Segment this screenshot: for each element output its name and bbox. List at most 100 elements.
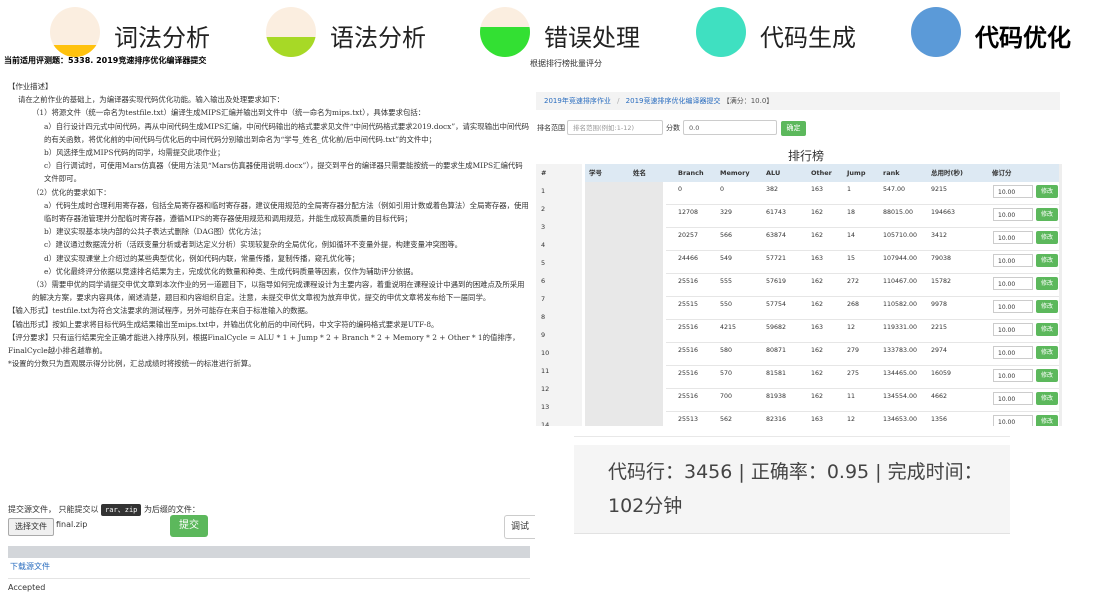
stats-line: 代码行：3456 | 正确率：0.95 | 完成时间： bbox=[608, 461, 983, 483]
cell-time: 3412 bbox=[931, 232, 948, 239]
cell-time: 9978 bbox=[931, 301, 948, 308]
row-index: 1 bbox=[541, 187, 546, 195]
leaderboard-scrollbar[interactable] bbox=[1059, 164, 1062, 426]
cell-branch: 25516 bbox=[678, 324, 699, 331]
cell-other: 162 bbox=[811, 232, 824, 239]
edit-score-button[interactable]: 修改 bbox=[1036, 415, 1058, 426]
stats-line: 102分钟 bbox=[608, 495, 683, 517]
cell-time: 79038 bbox=[931, 255, 952, 262]
revised-score-input[interactable]: 10.00 bbox=[993, 254, 1033, 267]
doc-line: c）建议通过数据流分析（活跃变量分析或者到达定义分析）实现较复杂的全局优化，例如… bbox=[44, 240, 463, 250]
edit-score-button[interactable]: 修改 bbox=[1036, 277, 1058, 290]
revised-score-input[interactable]: 10.00 bbox=[993, 185, 1033, 198]
doc-line: 【评分要求】只有运行结果完全正确才能进入排序队列，根据FinalCycle = … bbox=[8, 332, 520, 356]
cell-branch: 25516 bbox=[678, 347, 699, 354]
revised-score-input[interactable]: 10.00 bbox=[993, 231, 1033, 244]
cell-time: 16059 bbox=[931, 370, 952, 377]
edit-score-button[interactable]: 修改 bbox=[1036, 231, 1058, 244]
doc-line: （3）需要申优的同学请提交申优文章到本次作业的另一道题目下，以指导如何完成课程设… bbox=[32, 280, 525, 303]
choose-file-button[interactable]: 选择文件 bbox=[8, 518, 54, 536]
cell-time: 194663 bbox=[931, 209, 956, 216]
revised-score-input[interactable]: 10.00 bbox=[993, 369, 1033, 382]
cell-alu: 81581 bbox=[766, 370, 787, 377]
cell-alu: 81938 bbox=[766, 393, 787, 400]
progress-bar bbox=[8, 546, 530, 558]
cell-branch: 25516 bbox=[678, 393, 699, 400]
doc-line: 请在之前作业的基础上，为编译器实现代码优化功能。输入输出及处理要求如下： bbox=[18, 95, 285, 105]
breadcrumb-link-problem[interactable]: 2019竞速排序优化编译器提交 bbox=[626, 97, 721, 105]
doc-line: c）自行调试时，可使用Mars仿真器（使用方法见“Mars仿真器使用说明.doc… bbox=[44, 161, 523, 184]
cell-rank: 110467.00 bbox=[883, 278, 918, 285]
cell-memory: 550 bbox=[720, 301, 733, 308]
edit-score-button[interactable]: 修改 bbox=[1036, 185, 1058, 198]
doc-line: a）自行设计四元式中间代码，再从中间代码生成MIPS汇编，中间代码输出的格式要求… bbox=[44, 121, 530, 144]
confirm-button[interactable]: 确定 bbox=[781, 121, 806, 136]
revised-score-input[interactable]: 10.00 bbox=[993, 208, 1033, 221]
cell-branch: 25516 bbox=[678, 278, 699, 285]
cell-memory: 549 bbox=[720, 255, 733, 262]
rank-range-input[interactable]: 排名范围(例如:1-12) bbox=[567, 120, 663, 135]
cell-rank: 88015.00 bbox=[883, 209, 914, 216]
breadcrumb-link-homework[interactable]: 2019年竞速排序作业 bbox=[544, 97, 611, 105]
revised-score-input[interactable]: 10.00 bbox=[993, 300, 1033, 313]
progress-fill bbox=[480, 27, 530, 57]
cell-time: 9215 bbox=[931, 186, 948, 193]
revised-score-input[interactable]: 10.00 bbox=[993, 392, 1033, 405]
download-source-link[interactable]: 下载源文件 bbox=[10, 561, 50, 572]
debug-button[interactable]: 调试 bbox=[504, 515, 535, 539]
row-index: 4 bbox=[541, 241, 546, 249]
score-input[interactable]: 0.0 bbox=[683, 120, 777, 135]
stage-label: 词法分析 bbox=[114, 24, 210, 52]
doc-line: 【输出形式】按如上要求将目标代码生成结果输出至mips.txt中，并输出优化前后… bbox=[8, 319, 439, 329]
edit-score-button[interactable]: 修改 bbox=[1036, 208, 1058, 221]
cell-jump: 279 bbox=[847, 347, 860, 354]
table-row: 0 0 382 163 1 547.00 9215 10.00 修改 bbox=[666, 182, 1060, 205]
revised-score-input[interactable]: 10.00 bbox=[993, 277, 1033, 290]
doc-line: e）优化最终评分依据以竞速排名结果为主，完成优化的数量和种类、生成代码质量等因素… bbox=[44, 266, 418, 276]
cell-other: 163 bbox=[811, 186, 824, 193]
extension-chip: rar、zip bbox=[101, 504, 142, 516]
table-header-index: # bbox=[536, 164, 582, 182]
table-header: 学号 姓名 Branch Memory ALU Other Jump rank … bbox=[585, 164, 1060, 182]
cell-other: 163 bbox=[811, 255, 824, 262]
cell-rank: 547.00 bbox=[883, 186, 906, 193]
cell-memory: 4215 bbox=[720, 324, 737, 331]
cell-memory: 329 bbox=[720, 209, 733, 216]
doc-line: （2）优化的要求如下： bbox=[32, 187, 111, 197]
submit-button[interactable]: 提交 bbox=[170, 515, 208, 537]
table-row: 25516 555 57619 162 272 110467.00 15782 10.00 修改 bbox=[666, 274, 1060, 297]
cell-memory: 555 bbox=[720, 278, 733, 285]
table-row: 25516 580 80871 162 279 133783.00 2974 10.00 修改 bbox=[666, 343, 1060, 366]
edit-score-button[interactable]: 修改 bbox=[1036, 300, 1058, 313]
progress-circle-icon bbox=[696, 7, 746, 57]
doc-line: *设置的分数只为直观展示得分比例，汇总成绩时将按统一的标准进行折算。 bbox=[8, 359, 256, 369]
cell-memory: 562 bbox=[720, 416, 733, 423]
leaderboard-table: 1 2 3 4 5 6 7 8 9 10 11 12 13 14 # 学号 姓名 Branch Memor… bbox=[536, 164, 1060, 426]
edit-score-button[interactable]: 修改 bbox=[1036, 369, 1058, 382]
doc-line: b）风选择生成MIPS代码的同学，均需提交此项作业； bbox=[44, 148, 225, 158]
cell-other: 162 bbox=[811, 347, 824, 354]
edit-score-button[interactable]: 修改 bbox=[1036, 254, 1058, 267]
edit-score-button[interactable]: 修改 bbox=[1036, 323, 1058, 336]
leaderboard-title: 排行榜 bbox=[787, 149, 824, 163]
cell-branch: 25515 bbox=[678, 301, 699, 308]
revised-score-input[interactable]: 10.00 bbox=[993, 346, 1033, 359]
stage-label: 代码优化 bbox=[975, 24, 1071, 52]
progress-circle-icon bbox=[480, 7, 530, 57]
revised-score-input[interactable]: 10.00 bbox=[993, 323, 1033, 336]
cell-branch: 24466 bbox=[678, 255, 699, 262]
cell-other: 162 bbox=[811, 393, 824, 400]
cell-other: 162 bbox=[811, 278, 824, 285]
row-index: 5 bbox=[541, 259, 546, 267]
table-row: 25513 562 82316 163 12 134653.00 1356 10.00 修改 bbox=[666, 412, 1060, 426]
cell-alu: 61743 bbox=[766, 209, 787, 216]
cell-other: 162 bbox=[811, 209, 824, 216]
rank-range-label: 排名范围 bbox=[537, 124, 565, 132]
revised-score-input[interactable]: 10.00 bbox=[993, 415, 1033, 426]
edit-score-button[interactable]: 修改 bbox=[1036, 392, 1058, 405]
edit-score-button[interactable]: 修改 bbox=[1036, 346, 1058, 359]
cell-other: 162 bbox=[811, 301, 824, 308]
row-index: 9 bbox=[541, 331, 546, 339]
cell-other: 163 bbox=[811, 324, 824, 331]
stage-label: 错误处理 bbox=[544, 24, 640, 52]
